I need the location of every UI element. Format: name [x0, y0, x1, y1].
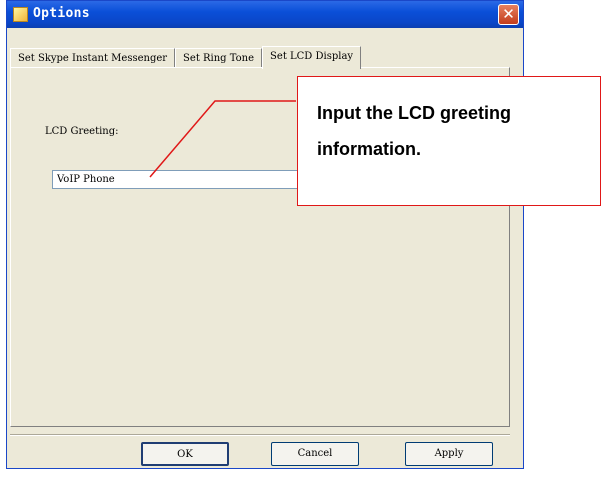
callout-leader-line	[149, 100, 296, 178]
callout-text: Input the LCD greeting information.	[317, 103, 511, 159]
tab-lcd-display[interactable]: Set LCD Display	[262, 46, 362, 69]
annotation-callout: Input the LCD greeting information.	[297, 76, 601, 206]
leader-line	[149, 100, 296, 178]
